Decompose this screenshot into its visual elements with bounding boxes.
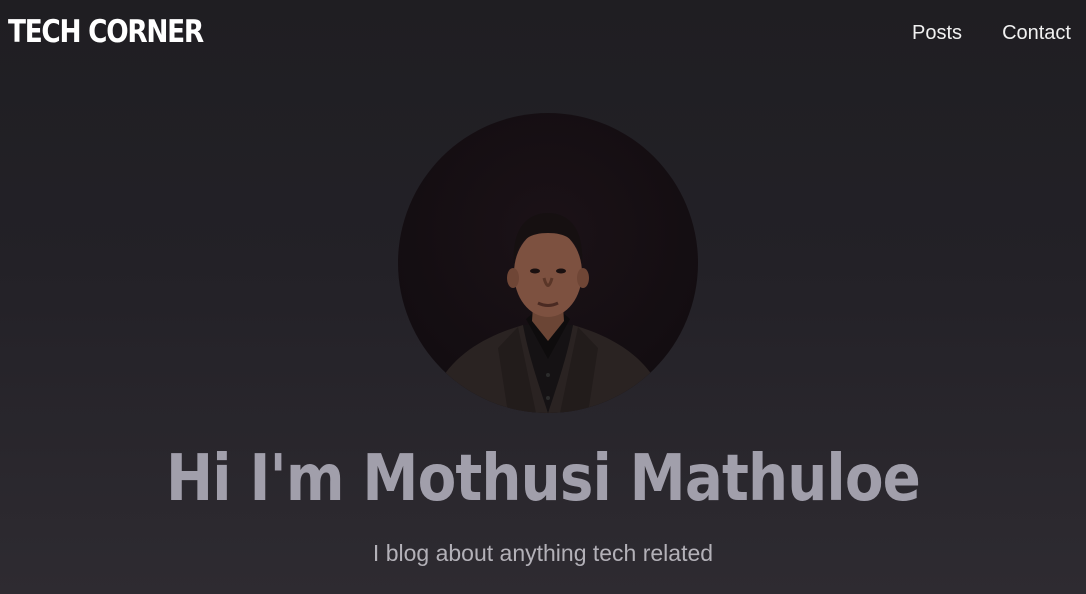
- site-logo[interactable]: TECH CORNER: [8, 14, 204, 50]
- nav-link-contact[interactable]: Contact: [1002, 22, 1071, 45]
- profile-photo: [398, 113, 698, 413]
- person-portrait-illustration: [428, 213, 668, 413]
- hero-title: Hi I'm Mothusi Mathuloe: [166, 442, 921, 516]
- nav-link-posts[interactable]: Posts: [912, 22, 962, 45]
- top-navbar: TECH CORNER Posts Contact: [0, 0, 1086, 70]
- nav-links: Posts Contact: [912, 22, 1071, 45]
- hero-subtitle: I blog about anything tech related: [372, 540, 714, 566]
